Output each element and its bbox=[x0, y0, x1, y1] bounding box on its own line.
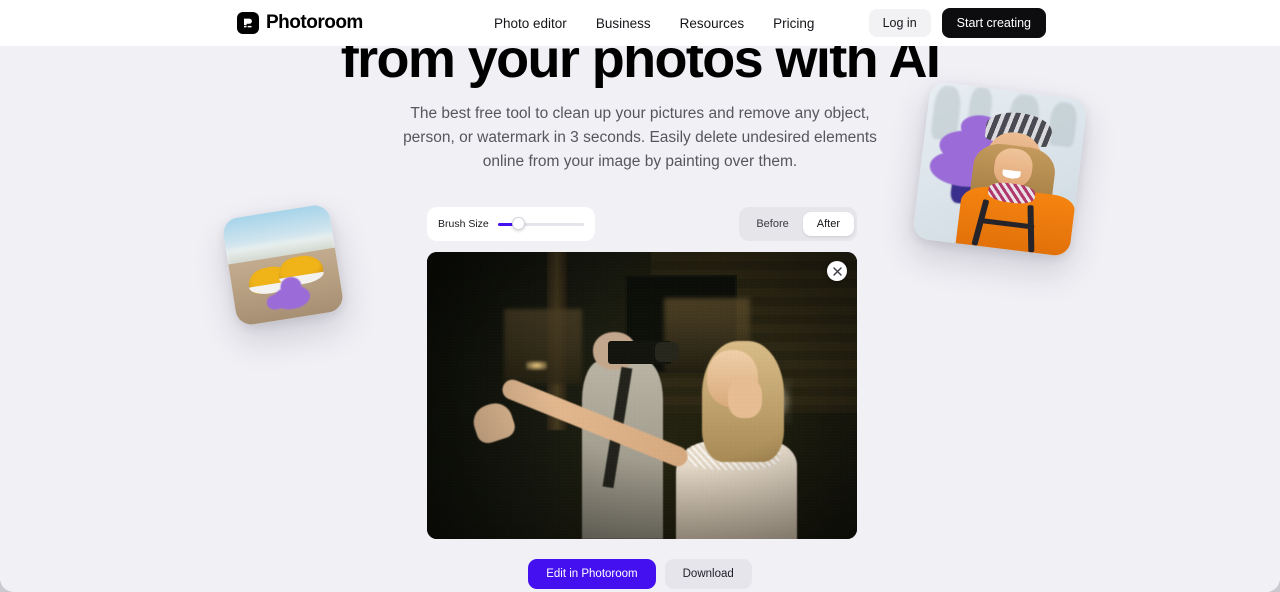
main-navigation: Photo editor Business Resources Pricing bbox=[494, 16, 814, 31]
sneakers-photo-art bbox=[221, 203, 345, 327]
edit-in-photoroom-button[interactable]: Edit in Photoroom bbox=[528, 559, 656, 589]
start-creating-button[interactable]: Start creating bbox=[941, 8, 1046, 38]
before-after-toggle: Before After bbox=[739, 207, 857, 241]
close-icon[interactable] bbox=[827, 261, 847, 281]
canvas-photo-art bbox=[427, 252, 857, 539]
log-in-button[interactable]: Log in bbox=[868, 9, 931, 37]
brush-size-slider[interactable] bbox=[497, 217, 584, 230]
decorative-photo-skier bbox=[911, 80, 1089, 258]
brand-name: Photoroom bbox=[266, 12, 363, 33]
photoroom-logo-icon bbox=[237, 12, 259, 34]
slider-thumb[interactable] bbox=[511, 217, 525, 230]
editor-toolbar: Brush Size Before After bbox=[427, 207, 857, 241]
nav-item-pricing[interactable]: Pricing bbox=[773, 16, 814, 31]
header-actions: Log in Start creating bbox=[868, 8, 1046, 38]
brush-size-panel: Brush Size bbox=[427, 207, 595, 241]
download-button[interactable]: Download bbox=[664, 559, 752, 589]
page-title: from your photos with AI bbox=[340, 46, 941, 89]
brand-logo[interactable]: Photoroom bbox=[237, 12, 363, 34]
hero-subtitle: The best free tool to clean up your pict… bbox=[403, 105, 877, 170]
site-header: Photoroom Photo editor Business Resource… bbox=[0, 0, 1280, 46]
skier-photo-art bbox=[911, 80, 1089, 258]
tab-after[interactable]: After bbox=[802, 212, 854, 236]
canvas-actions: Edit in Photoroom Download bbox=[0, 559, 1280, 589]
decorative-photo-sneakers bbox=[221, 203, 345, 327]
page-root: Photoroom Photo editor Business Resource… bbox=[0, 0, 1280, 592]
editor-canvas[interactable] bbox=[427, 252, 857, 539]
hero-section: from your photos with AI The best free t… bbox=[0, 46, 1280, 592]
nav-item-photo-editor[interactable]: Photo editor bbox=[494, 16, 567, 31]
nav-item-business[interactable]: Business bbox=[596, 16, 651, 31]
tab-before[interactable]: Before bbox=[742, 212, 802, 236]
nav-item-resources[interactable]: Resources bbox=[680, 16, 745, 31]
brush-size-label: Brush Size bbox=[438, 218, 489, 230]
